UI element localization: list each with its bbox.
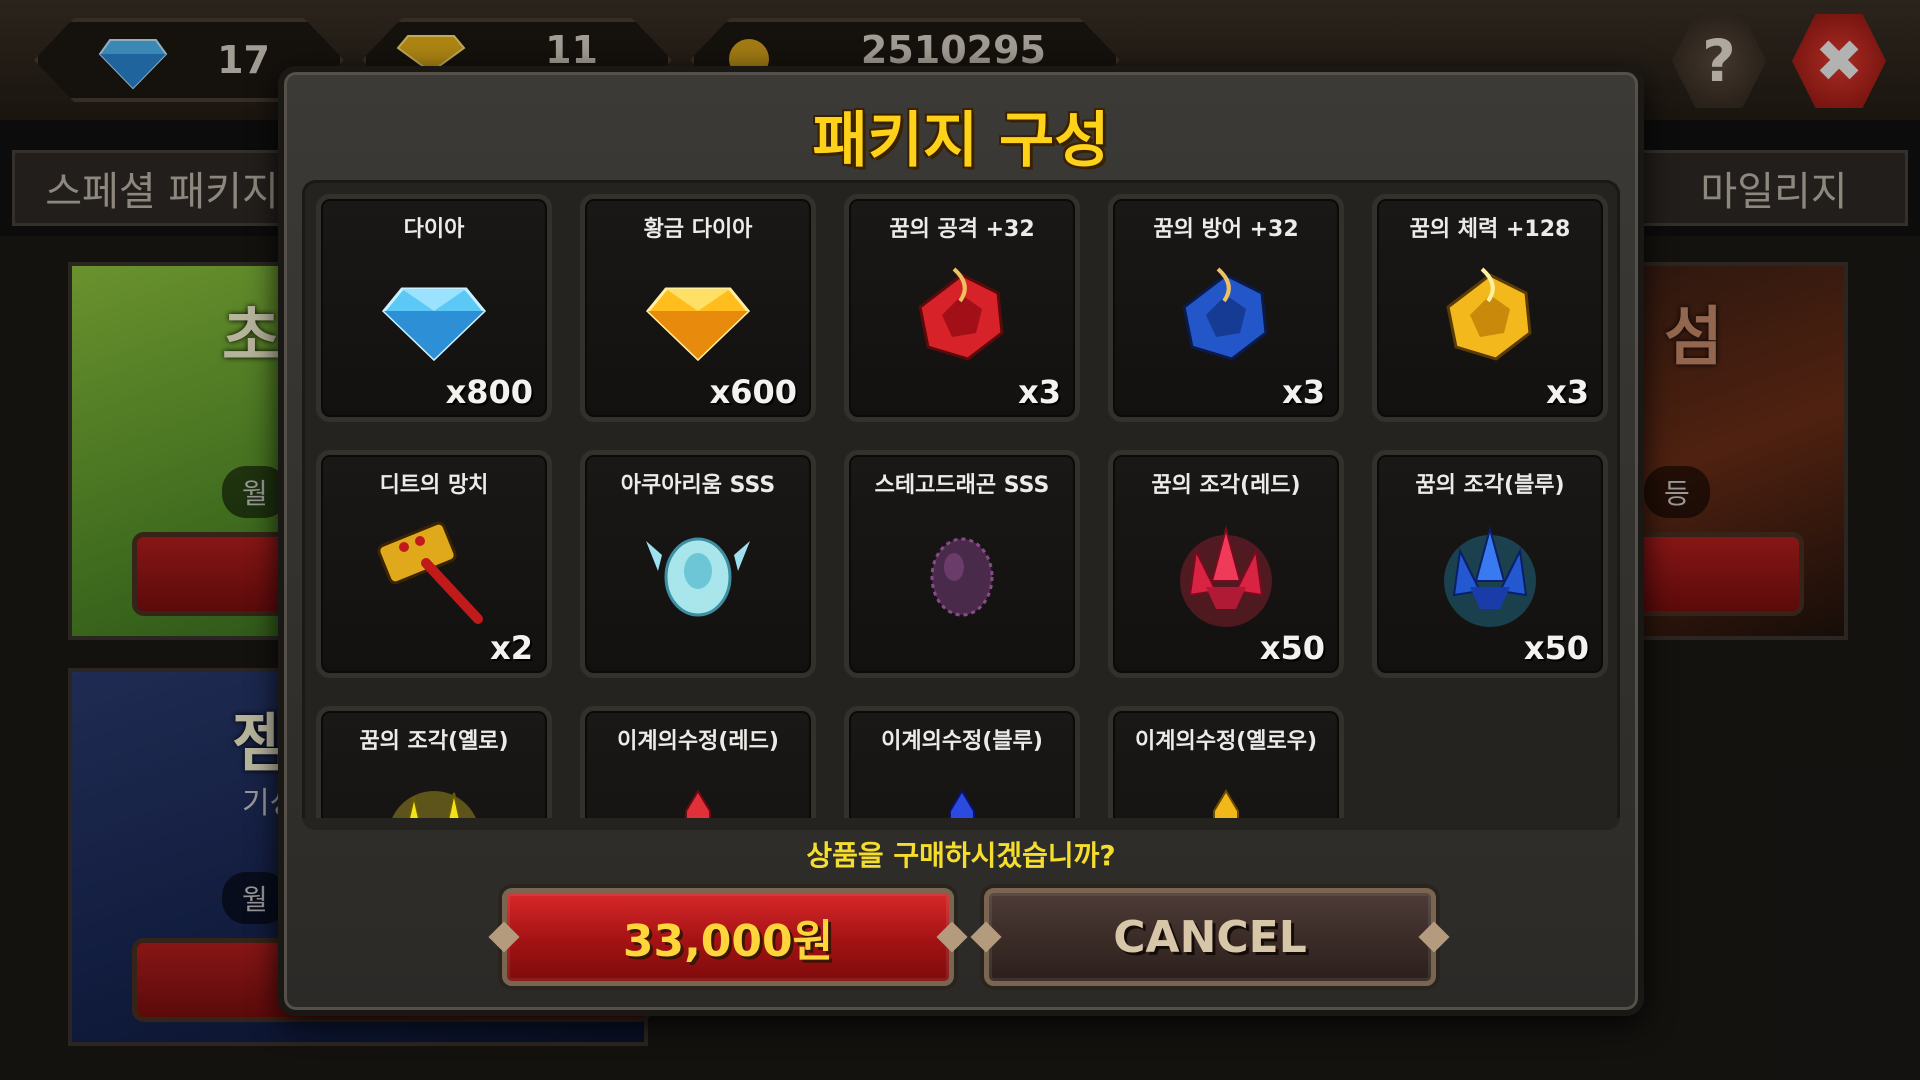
blue-crystal-cluster-icon bbox=[1430, 511, 1550, 631]
item-name: 다이아 bbox=[403, 217, 465, 242]
item-quantity: x3 bbox=[1282, 373, 1325, 411]
item-name: 꿈의 조각(블루) bbox=[1415, 473, 1565, 498]
cancel-label: CANCEL bbox=[1113, 911, 1307, 963]
item-name: 이계의수정(레드) bbox=[617, 729, 779, 754]
item-quantity: x3 bbox=[1546, 373, 1589, 411]
blue-rune-stone-icon bbox=[1166, 255, 1286, 375]
item-name: 아쿠아리움 SSS bbox=[620, 473, 776, 498]
item-quantity: x3 bbox=[1018, 373, 1061, 411]
item-slot[interactable]: 꿈의 조각(레드) x50 bbox=[1108, 450, 1344, 678]
item-grid[interactable]: 다이아 x800 황금 다이아 x600 꿈의 공격 +32 x3 꿈의 방어 … bbox=[302, 180, 1620, 830]
item-slot[interactable]: 꿈의 체력 +128 x3 bbox=[1372, 194, 1608, 422]
aqua-egg-icon bbox=[638, 511, 758, 631]
gold-diamond-icon bbox=[638, 255, 758, 375]
item-name: 꿈의 조각(레드) bbox=[1151, 473, 1301, 498]
item-quantity: x800 bbox=[445, 373, 533, 411]
item-name: 꿈의 체력 +128 bbox=[1409, 217, 1571, 242]
button-ornament bbox=[970, 921, 1002, 953]
item-slot[interactable]: 아쿠아리움 SSS bbox=[580, 450, 816, 678]
item-name: 꿈의 방어 +32 bbox=[1153, 217, 1299, 242]
item-quantity: x2 bbox=[490, 629, 533, 667]
item-name: 꿈의 공격 +32 bbox=[889, 217, 1035, 242]
scroll-mask bbox=[302, 818, 1620, 830]
item-quantity: x600 bbox=[709, 373, 797, 411]
buy-price-label: 33,000원 bbox=[622, 916, 834, 967]
dialog-title: 패키지 구성 bbox=[812, 106, 1110, 176]
purple-egg-icon bbox=[902, 511, 1022, 631]
item-slot[interactable]: 꿈의 공격 +32 x3 bbox=[844, 194, 1080, 422]
red-crystal-cluster-icon bbox=[1166, 511, 1286, 631]
item-slot[interactable]: 스테고드래곤 SSS bbox=[844, 450, 1080, 678]
item-name: 꿈의 조각(옐로) bbox=[359, 729, 509, 754]
item-name: 디트의 망치 bbox=[379, 473, 489, 498]
item-slot[interactable]: 꿈의 방어 +32 x3 bbox=[1108, 194, 1344, 422]
hammer-icon bbox=[374, 511, 494, 631]
cancel-button[interactable]: CANCEL bbox=[970, 888, 1450, 986]
package-contents-dialog: 패키지 구성 다이아 x800 황금 다이아 x600 꿈의 공격 +32 x3… bbox=[278, 66, 1644, 1016]
yellow-rune-stone-icon bbox=[1430, 255, 1550, 375]
red-rune-stone-icon bbox=[902, 255, 1022, 375]
item-name: 황금 다이아 bbox=[643, 217, 753, 242]
item-slot[interactable]: 꿈의 조각(블루) x50 bbox=[1372, 450, 1608, 678]
button-ornament bbox=[936, 921, 968, 953]
item-slot[interactable]: 디트의 망치 x2 bbox=[316, 450, 552, 678]
item-name: 이계의수정(옐로우) bbox=[1134, 729, 1318, 754]
item-slot[interactable]: 이계의수정(옐로우) bbox=[1108, 706, 1344, 830]
purchase-prompt: 상품을 구매하시겠습니까? bbox=[806, 839, 1116, 872]
item-name: 이계의수정(블루) bbox=[881, 729, 1043, 754]
buy-button[interactable]: 33,000원 bbox=[488, 888, 968, 986]
item-slot[interactable]: 황금 다이아 x600 bbox=[580, 194, 816, 422]
item-slot[interactable]: 이계의수정(블루) bbox=[844, 706, 1080, 830]
blue-diamond-icon bbox=[374, 255, 494, 375]
button-ornament bbox=[1418, 921, 1450, 953]
item-slot[interactable]: 꿈의 조각(옐로) bbox=[316, 706, 552, 830]
button-ornament bbox=[488, 921, 520, 953]
item-slot[interactable]: 이계의수정(레드) bbox=[580, 706, 816, 830]
item-name: 스테고드래곤 SSS bbox=[874, 473, 1050, 498]
item-slot[interactable]: 다이아 x800 bbox=[316, 194, 552, 422]
item-quantity: x50 bbox=[1259, 629, 1325, 667]
item-quantity: x50 bbox=[1523, 629, 1589, 667]
